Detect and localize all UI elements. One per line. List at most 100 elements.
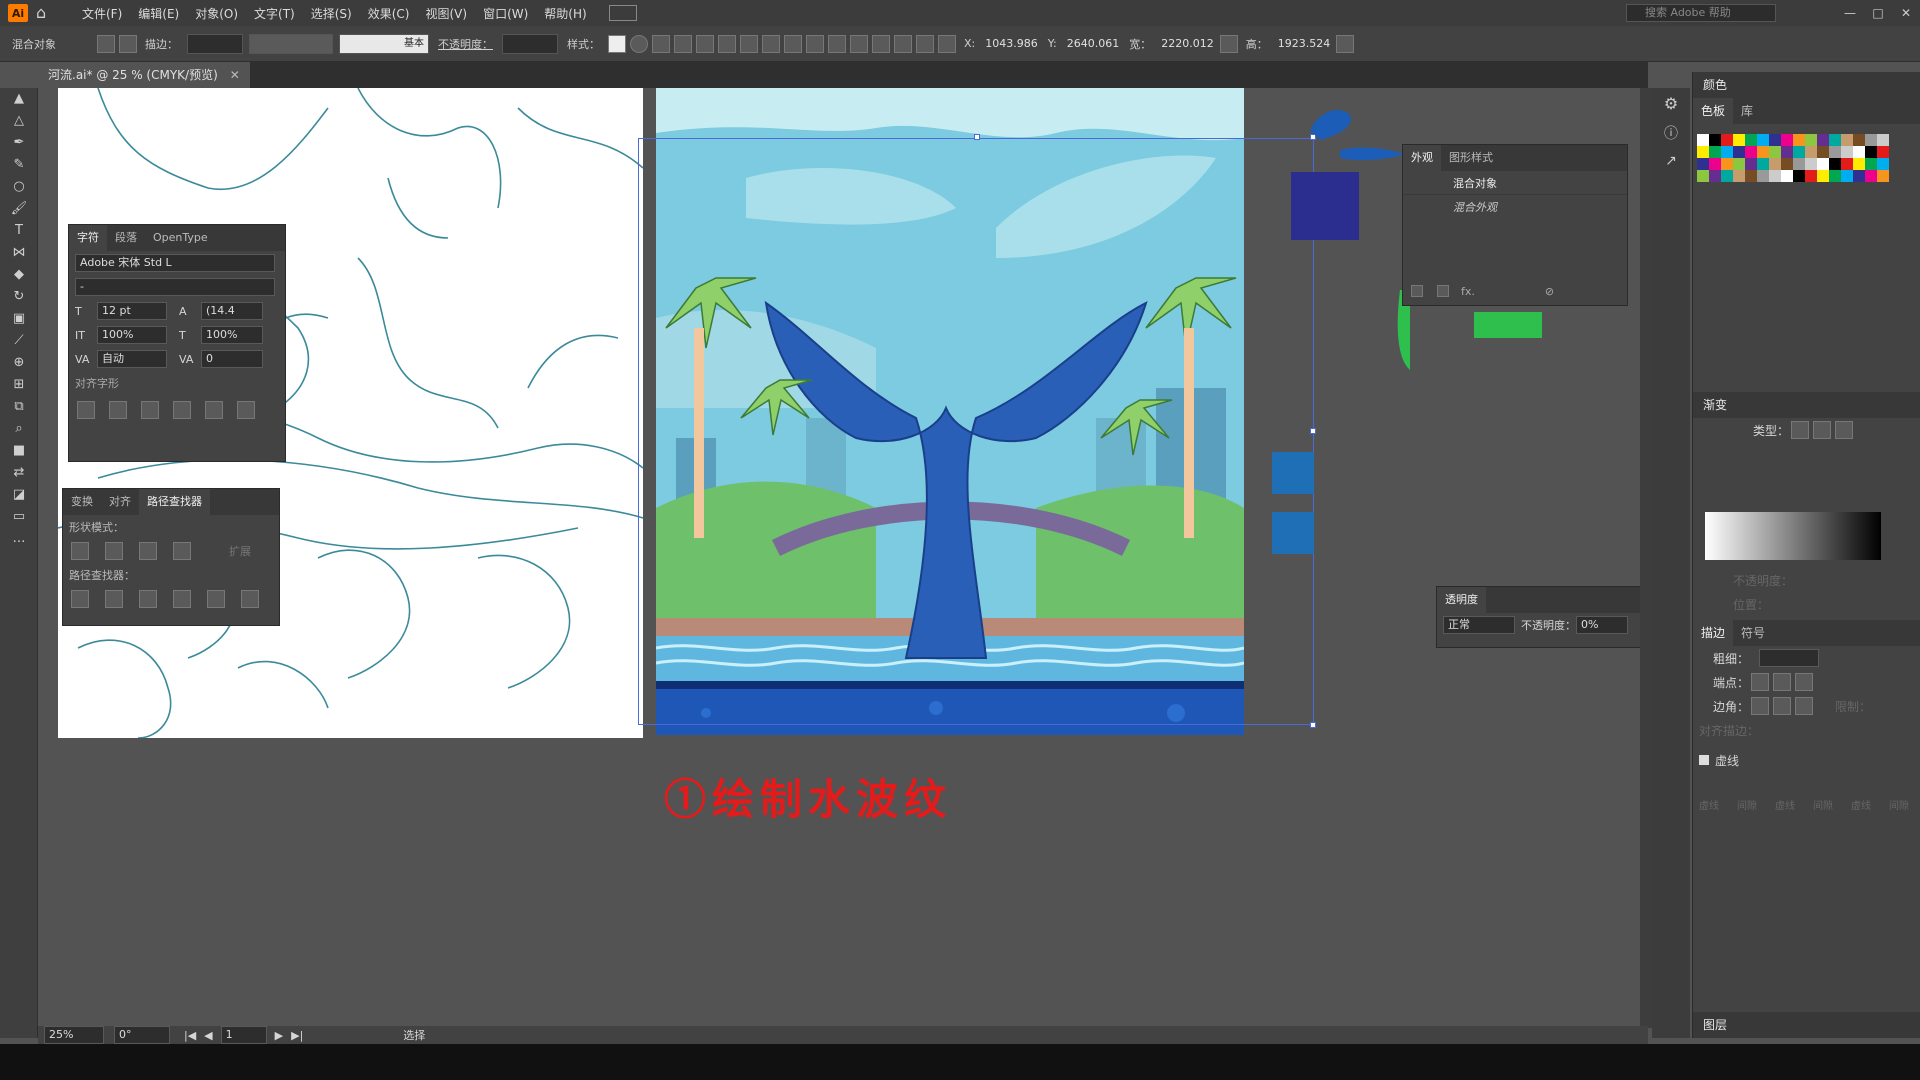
transform-options-icon[interactable] — [1336, 34, 1355, 53]
swatch[interactable] — [1697, 146, 1709, 158]
swatch[interactable] — [1769, 134, 1781, 146]
intersect-icon[interactable] — [139, 542, 157, 560]
document-tab[interactable]: 河流.ai* @ 25 % (CMYK/预览) ✕ — [38, 62, 250, 88]
round-cap-icon[interactable] — [1773, 673, 1792, 691]
transparency-opacity-field[interactable]: 0% — [1576, 616, 1628, 634]
butt-cap-icon[interactable] — [1751, 673, 1770, 691]
swatch[interactable] — [1865, 134, 1877, 146]
distribute-right-icon[interactable] — [916, 34, 934, 53]
swatch[interactable] — [1709, 146, 1721, 158]
swatch[interactable] — [1709, 170, 1721, 182]
swatch[interactable] — [1709, 134, 1721, 146]
swap-colors-icon[interactable]: ⇄ — [0, 462, 38, 484]
distribute-center-icon[interactable] — [894, 34, 912, 53]
glyph-align-baseline-icon[interactable] — [109, 401, 127, 419]
distribute-top-icon[interactable] — [806, 34, 824, 53]
pathfinder-tab-2[interactable]: 路径查找器 — [139, 489, 210, 515]
swatch[interactable] — [1829, 158, 1841, 170]
fill-stroke-icon[interactable]: ■ — [0, 440, 38, 462]
trim-icon[interactable] — [105, 590, 123, 608]
radial-gradient-icon[interactable] — [1813, 421, 1832, 439]
fx-icon[interactable]: fx. — [1461, 285, 1475, 298]
home-icon[interactable]: ⌂ — [36, 4, 56, 22]
selection-handle[interactable] — [1310, 722, 1316, 728]
swatch[interactable] — [1793, 170, 1805, 182]
reference-point-icon[interactable] — [938, 34, 956, 53]
align-right-icon[interactable] — [718, 34, 736, 53]
variable-width-field[interactable] — [249, 33, 333, 54]
swatch[interactable] — [1697, 134, 1709, 146]
swatch[interactable] — [1865, 146, 1877, 158]
info-icon[interactable]: ⓘ — [1652, 123, 1690, 143]
blend-mode-select[interactable]: 正常 — [1443, 616, 1515, 634]
swatch[interactable] — [1697, 170, 1709, 182]
freeform-gradient-icon[interactable] — [1835, 421, 1854, 439]
swatch[interactable] — [1817, 170, 1829, 182]
swatch[interactable] — [1877, 134, 1889, 146]
green-rectangle-object[interactable] — [1474, 312, 1542, 338]
canvas-vertical-scrollbar[interactable] — [1640, 88, 1652, 1028]
add-stroke-icon[interactable] — [1411, 285, 1423, 297]
swatch-tab-0[interactable]: 色板 — [1693, 98, 1734, 124]
menu-item-2[interactable]: 对象(O) — [187, 5, 246, 22]
swatch[interactable] — [1793, 134, 1805, 146]
swatch[interactable] — [1757, 158, 1769, 170]
appearance-tab-1[interactable]: 图形样式 — [1441, 145, 1501, 171]
vertical-scale-field[interactable]: 100% — [97, 326, 167, 344]
h-value-field[interactable]: 1923.524 — [1274, 37, 1335, 50]
swatch[interactable] — [1709, 158, 1721, 170]
close-tab-icon[interactable]: ✕ — [230, 68, 240, 82]
opacity-field[interactable] — [502, 33, 558, 54]
screen-mode-icon[interactable]: ▭ — [0, 506, 38, 528]
ellipse-tool-icon[interactable]: ○ — [0, 176, 38, 198]
swatch[interactable] — [1721, 146, 1733, 158]
swatch[interactable] — [1817, 146, 1829, 158]
align-grid-icon[interactable] — [652, 34, 670, 53]
menu-item-1[interactable]: 编辑(E) — [130, 5, 187, 22]
export-icon[interactable]: ↗ — [1652, 153, 1690, 169]
recolor-icon[interactable] — [630, 34, 648, 53]
swatch[interactable] — [1829, 170, 1841, 182]
minimize-icon[interactable]: — — [1836, 6, 1864, 20]
unite-icon[interactable] — [71, 542, 89, 560]
stroke-weight-panel-field[interactable] — [1759, 649, 1820, 667]
rotate-tool-icon[interactable]: ↻ — [0, 286, 38, 308]
artboard-number-field[interactable]: 1 — [220, 1026, 267, 1044]
swatch[interactable] — [1841, 170, 1853, 182]
fill-color-icon[interactable] — [97, 34, 115, 53]
first-artboard-icon[interactable]: |◀ — [184, 1029, 196, 1042]
color-panel-title[interactable]: 颜色 — [1693, 72, 1920, 98]
clear-appearance-icon[interactable]: ⊘ — [1545, 285, 1554, 298]
rotation-select[interactable]: 0° — [114, 1026, 170, 1044]
blue-splash-shapes[interactable] — [1300, 100, 1410, 400]
menu-item-7[interactable]: 窗口(W) — [475, 5, 536, 22]
crop-icon[interactable] — [173, 590, 191, 608]
align-bottom-icon[interactable] — [784, 34, 802, 53]
eyedropper-tool-icon[interactable]: ⟋ — [0, 330, 38, 352]
pathfinder-tab-1[interactable]: 对齐 — [101, 489, 139, 515]
w-value-field[interactable]: 2220.012 — [1157, 37, 1218, 50]
glyph-align-em-icon[interactable] — [77, 401, 95, 419]
swatch[interactable] — [1769, 146, 1781, 158]
gradient-panel-title[interactable]: 渐变 — [1693, 392, 1920, 418]
menu-item-3[interactable]: 文字(T) — [246, 5, 303, 22]
selection-tool-icon[interactable]: ▲ — [0, 88, 38, 110]
character-tab-0[interactable]: 字符 — [69, 225, 107, 251]
swatch[interactable] — [1865, 158, 1877, 170]
swatch[interactable] — [1865, 170, 1877, 182]
swatch[interactable] — [1853, 170, 1865, 182]
swatch[interactable] — [1877, 158, 1889, 170]
zoom-tool-icon[interactable]: ⌕ — [0, 418, 38, 440]
horizontal-scale-field[interactable]: 100% — [201, 326, 263, 344]
swatch[interactable] — [1841, 158, 1853, 170]
x-value-field[interactable]: 1043.986 — [981, 37, 1042, 50]
swatch[interactable] — [1877, 146, 1889, 158]
blend-tool-icon[interactable]: ⊕ — [0, 352, 38, 374]
drawing-mode-icon[interactable]: ◪ — [0, 484, 38, 506]
swatch[interactable] — [1769, 170, 1781, 182]
font-size-field[interactable]: 12 pt — [97, 302, 167, 320]
swatch[interactable] — [1733, 146, 1745, 158]
distribute-left-icon[interactable] — [872, 34, 890, 53]
swatch[interactable] — [1757, 170, 1769, 182]
swatch[interactable] — [1781, 158, 1793, 170]
